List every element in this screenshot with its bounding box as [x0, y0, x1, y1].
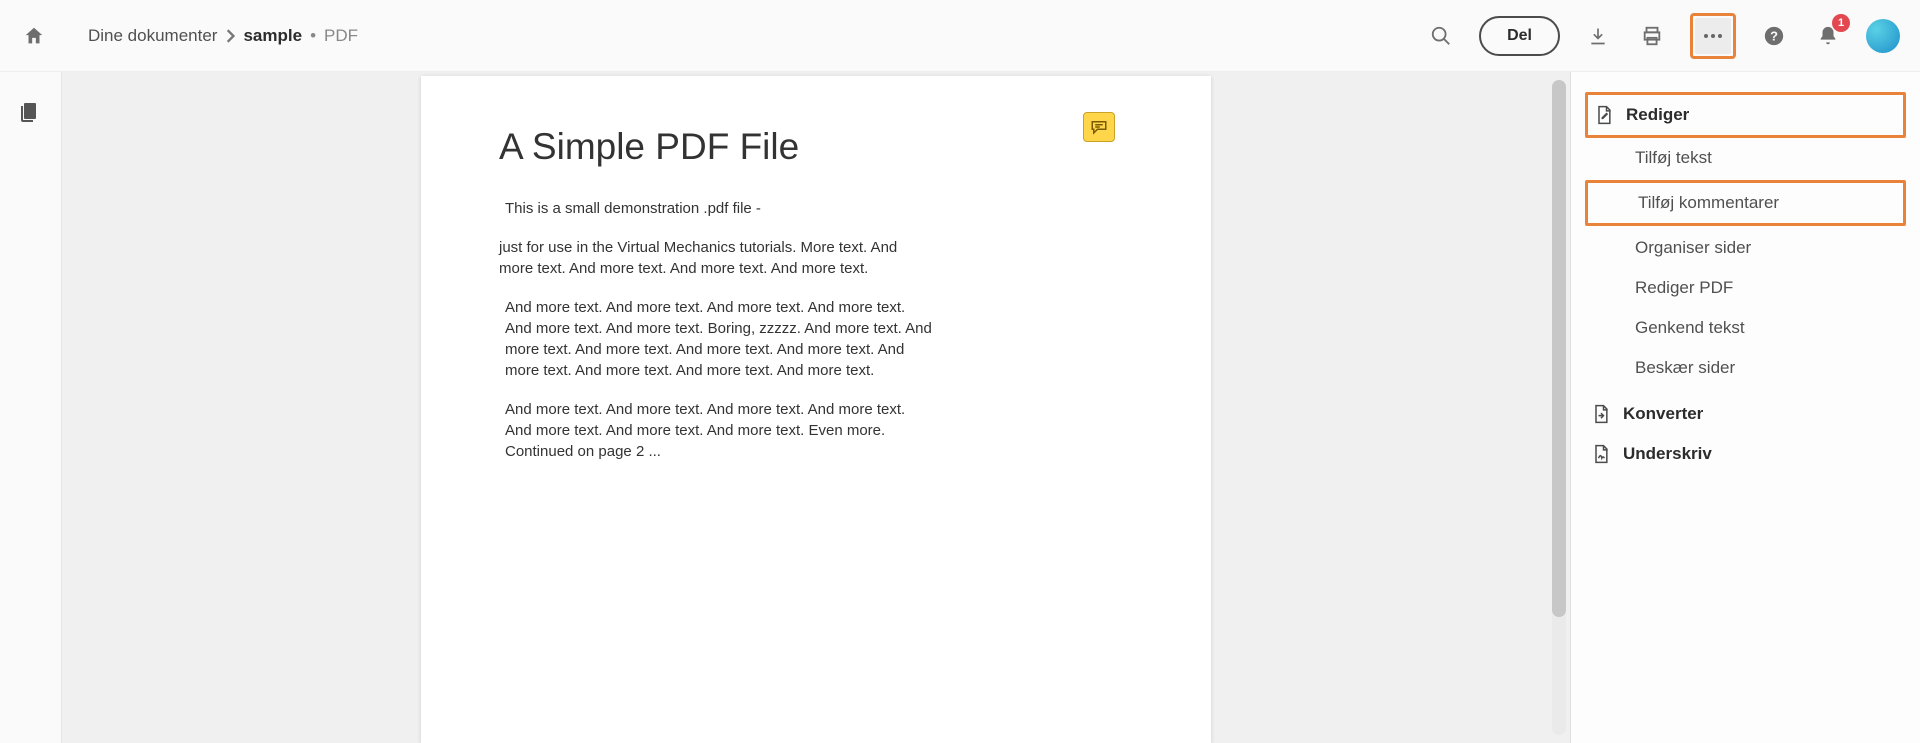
breadcrumb: Dine dokumenter sample • PDF [88, 26, 358, 46]
tool-add-text[interactable]: Tilføj tekst [1585, 138, 1906, 178]
chevron-right-icon [225, 29, 235, 43]
edit-section: Rediger Tilføj tekst Tilføj kommentarer … [1585, 92, 1906, 388]
edit-pdf-icon [1594, 105, 1614, 125]
scrollbar-thumb[interactable] [1552, 80, 1566, 617]
notification-badge: 1 [1832, 14, 1850, 32]
tool-add-comments[interactable]: Tilføj kommentarer [1588, 183, 1903, 223]
document-viewer[interactable]: A Simple PDF File This is a small demons… [62, 72, 1570, 743]
main-area: A Simple PDF File This is a small demons… [0, 72, 1920, 743]
document-paragraph: And more text. And more text. And more t… [505, 297, 935, 381]
document-paragraph: just for use in the Virtual Mechanics tu… [499, 237, 929, 279]
documents-icon [18, 100, 42, 124]
avatar[interactable] [1866, 19, 1900, 53]
notifications-button[interactable]: 1 [1812, 20, 1844, 52]
edit-header-label: Rediger [1626, 105, 1689, 125]
convert-header[interactable]: Konverter [1585, 394, 1906, 434]
help-button[interactable]: ? [1758, 20, 1790, 52]
more-button-highlight [1690, 13, 1736, 59]
print-button[interactable] [1636, 20, 1668, 52]
breadcrumb-root[interactable]: Dine dokumenter [88, 26, 217, 46]
tool-add-comments-highlight: Tilføj kommentarer [1585, 180, 1906, 226]
download-button[interactable] [1582, 20, 1614, 52]
print-icon [1641, 25, 1663, 47]
edit-header[interactable]: Rediger [1585, 92, 1906, 138]
top-bar: Dine dokumenter sample • PDF Del ? 1 [0, 0, 1920, 72]
document-title: A Simple PDF File [499, 126, 1141, 168]
convert-icon [1591, 404, 1611, 424]
home-icon [23, 25, 45, 47]
tool-organize-pages[interactable]: Organiser sider [1585, 228, 1906, 268]
ellipsis-icon [1703, 33, 1723, 39]
svg-text:?: ? [1770, 28, 1778, 43]
sign-header-label: Underskriv [1623, 444, 1712, 464]
share-button[interactable]: Del [1479, 16, 1560, 56]
document-paragraph: And more text. And more text. And more t… [505, 399, 935, 462]
tool-recognize-text[interactable]: Genkend tekst [1585, 308, 1906, 348]
breadcrumb-current[interactable]: sample [243, 26, 302, 46]
breadcrumb-filetype: PDF [324, 26, 358, 46]
left-rail [0, 72, 62, 743]
help-icon: ? [1763, 25, 1785, 47]
top-actions: Del ? 1 [1425, 13, 1900, 59]
sign-header[interactable]: Underskriv [1585, 434, 1906, 474]
pdf-page: A Simple PDF File This is a small demons… [421, 76, 1211, 743]
breadcrumb-separator: • [310, 26, 316, 46]
thumbnails-button[interactable] [18, 100, 44, 126]
tool-edit-pdf[interactable]: Rediger PDF [1585, 268, 1906, 308]
search-icon [1430, 25, 1452, 47]
convert-header-label: Konverter [1623, 404, 1703, 424]
sticky-note-annotation[interactable] [1083, 112, 1115, 142]
document-paragraph: This is a small demonstration .pdf file … [505, 198, 935, 219]
tool-crop-pages[interactable]: Beskær sider [1585, 348, 1906, 388]
home-button[interactable] [20, 22, 48, 50]
search-button[interactable] [1425, 20, 1457, 52]
tools-panel: Rediger Tilføj tekst Tilføj kommentarer … [1570, 72, 1920, 743]
scrollbar[interactable] [1552, 80, 1566, 735]
sign-icon [1591, 444, 1611, 464]
more-options-button[interactable] [1695, 18, 1731, 54]
speech-bubble-icon [1090, 119, 1108, 135]
download-icon [1588, 26, 1608, 46]
